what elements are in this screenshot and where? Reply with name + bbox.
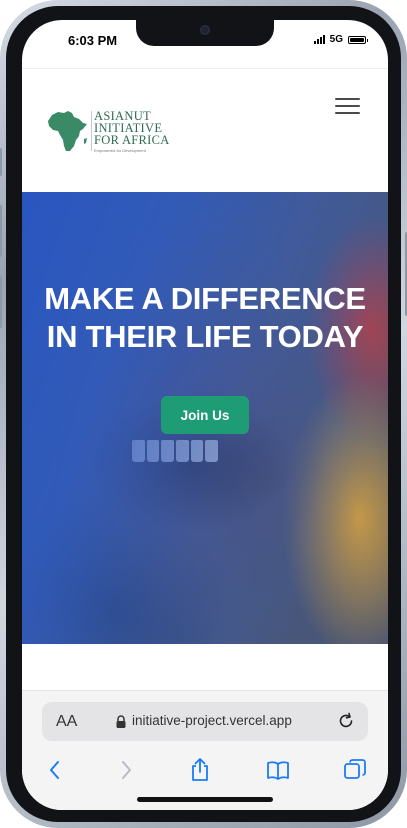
logo-text: ASIANUT INITIATIVE FOR AFRICA Empowered … <box>94 110 170 153</box>
status-indicators: 5G <box>313 34 368 45</box>
hero-section: MAKE A DIFFERENCE IN THEIR LIFE TODAY Jo… <box>22 192 388 644</box>
browser-toolbar <box>22 751 388 785</box>
bookmarks-icon[interactable] <box>265 757 291 783</box>
battery-icon <box>348 35 368 44</box>
hamburger-menu-icon[interactable] <box>335 98 360 116</box>
text-size-label: AA <box>56 713 78 730</box>
address-bar[interactable]: AA initiative-project.vercel.app <box>42 702 368 741</box>
url-text: initiative-project.vercel.app <box>132 713 292 728</box>
camera <box>200 25 210 35</box>
volume-down-button <box>0 276 2 328</box>
site-header: ASIANUT INITIATIVE FOR AFRICA Empowered … <box>22 68 388 193</box>
home-indicator[interactable] <box>137 797 273 802</box>
page-content-below-hero <box>22 644 388 690</box>
forward-icon[interactable] <box>113 757 139 783</box>
share-icon[interactable] <box>187 757 213 783</box>
signal-icon <box>313 35 325 44</box>
browser-bottom-bar: AA initiative-project.vercel.app <box>22 690 388 810</box>
logo-divider <box>91 111 92 151</box>
site-logo[interactable]: ASIANUT INITIATIVE FOR AFRICA Empowered … <box>46 109 186 157</box>
text-size-icon[interactable]: AA <box>56 713 77 731</box>
phone-frame: 6:03 PM 5G ASIANUT INITIATIVE FOR AFRICA <box>0 0 407 828</box>
africa-map-icon <box>48 111 87 151</box>
screen: 6:03 PM 5G ASIANUT INITIATIVE FOR AFRICA <box>22 20 388 810</box>
mute-switch <box>0 148 2 176</box>
join-us-button[interactable]: Join Us <box>161 396 249 434</box>
hero-title: MAKE A DIFFERENCE IN THEIR LIFE TODAY <box>22 280 388 356</box>
reload-icon[interactable] <box>336 711 356 731</box>
tabs-icon[interactable] <box>342 757 368 783</box>
network-type: 5G <box>329 34 343 45</box>
hero-title-line-1: MAKE A DIFFERENCE <box>44 281 366 316</box>
volume-up-button <box>0 205 2 257</box>
logo-line-3: FOR AFRICA <box>94 133 170 147</box>
back-icon[interactable] <box>42 757 68 783</box>
lock-icon <box>116 715 126 728</box>
hero-title-line-2: IN THEIR LIFE TODAY <box>46 319 364 354</box>
notch <box>136 20 274 46</box>
logo-tagline: Empowered for Development <box>94 148 146 153</box>
status-time: 6:03 PM <box>68 33 118 48</box>
